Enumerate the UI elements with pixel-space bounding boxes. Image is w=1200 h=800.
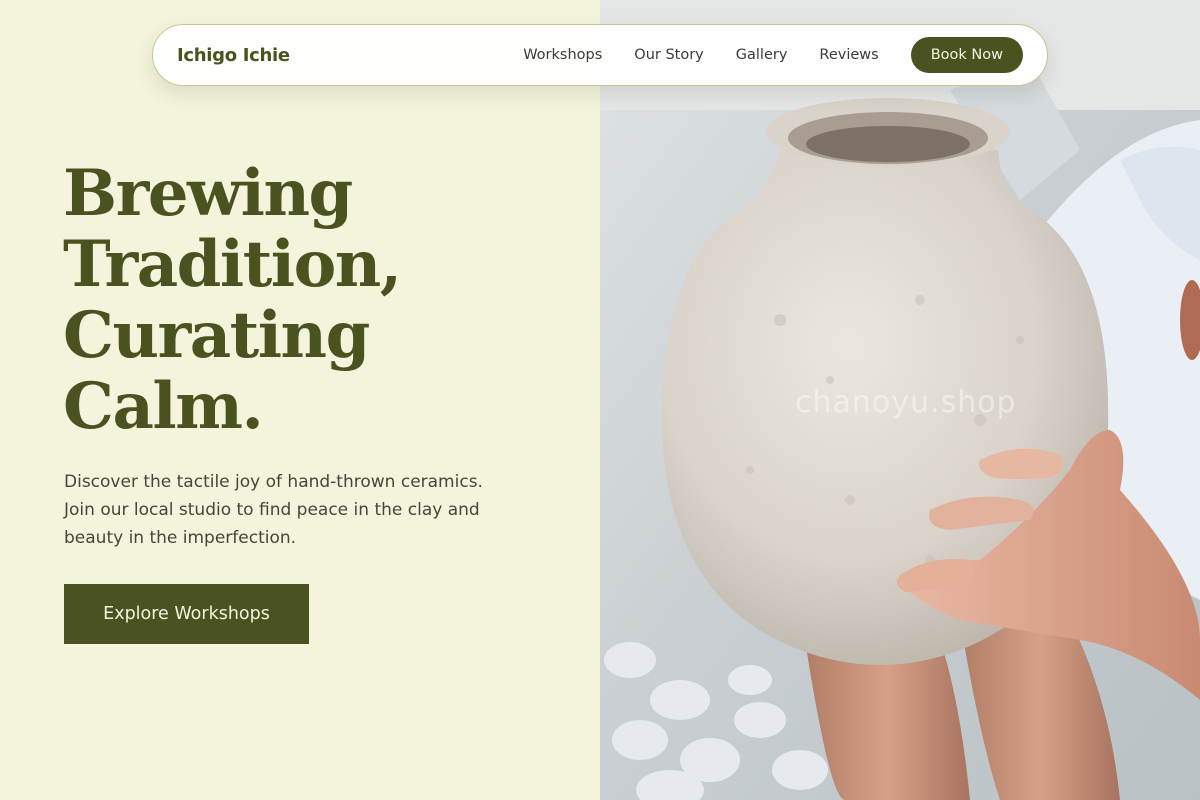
nav-link-reviews[interactable]: Reviews — [819, 47, 878, 63]
nav-link-workshops[interactable]: Workshops — [523, 47, 602, 63]
hero-description: Discover the tactile joy of hand-thrown … — [64, 472, 483, 548]
nav-link-gallery[interactable]: Gallery — [736, 47, 788, 63]
hero-title: Brewing Tradition, Curating Calm. — [63, 158, 583, 442]
explore-workshops-button[interactable]: Explore Workshops — [64, 584, 309, 644]
navbar: Ichigo Ichie Workshops Our Story Gallery… — [152, 24, 1048, 86]
hero-title-line: Brewing — [63, 156, 353, 231]
hero-title-line: Calm. — [63, 369, 264, 444]
hero-title-line: Tradition, — [63, 227, 402, 302]
nav-links: Workshops Our Story Gallery Reviews — [523, 47, 879, 63]
nav-link-our-story[interactable]: Our Story — [634, 47, 703, 63]
hero-title-line: Curating — [63, 298, 370, 373]
book-now-button[interactable]: Book Now — [910, 37, 1023, 73]
brand-logo[interactable]: Ichigo Ichie — [177, 45, 290, 66]
photo-watermark: chanoyu.shop — [795, 385, 1017, 420]
hero-photo: chanoyu.shop — [600, 0, 1200, 800]
